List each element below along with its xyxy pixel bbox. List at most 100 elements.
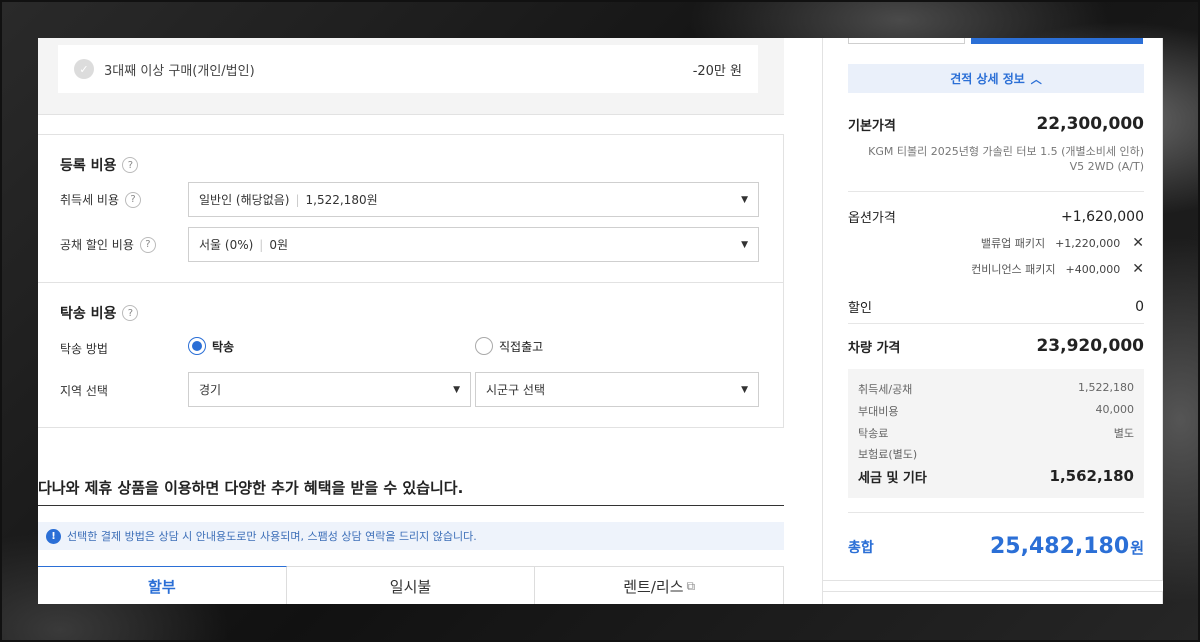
model-name: KGM 티볼리 2025년형 가솔린 터보 1.5 (개별소비세 인하) V5 … [848, 144, 1144, 174]
registration-cost-panel: 등록 비용 ? 취득세 비용 ? 일반인 (해당없음) | 1,522,180원… [38, 134, 784, 283]
estimate-card: 견적 상세 정보 ︿ 기본가격 22,300,000 KGM 티볼리 2025년… [823, 38, 1163, 581]
radio-delivery[interactable]: 탁송 [188, 337, 234, 355]
estimate-summary-column: 견적 상세 정보 ︿ 기본가격 22,300,000 KGM 티볼리 2025년… [822, 38, 1163, 604]
model-line-2: V5 2WD (A/T) [1069, 160, 1144, 173]
option-price: +400,000 [1065, 262, 1121, 276]
model-line-1: KGM 티볼리 2025년형 가솔린 터보 1.5 (개별소비세 인하) [868, 145, 1144, 158]
estimate-detail-label: 견적 상세 정보 [950, 72, 1025, 86]
region-label: 지역 선택 [60, 384, 108, 398]
district-select[interactable]: 시군구 선택 ▼ [475, 372, 759, 407]
estimate-page: ✓ 3대째 이상 구매(개인/법인) -20만 원 등록 비용 ? 취득세 비용… [38, 38, 1163, 604]
help-icon[interactable]: ? [122, 305, 139, 321]
region-value: 경기 [199, 383, 222, 397]
check-icon[interactable]: ✓ [74, 59, 94, 79]
caret-down-icon: ▼ [741, 194, 748, 205]
option-item: 밸류업 패키지 +1,220,000 ✕ [848, 235, 1144, 251]
base-price-row: 기본가격 22,300,000 [848, 114, 1144, 134]
divider [848, 191, 1144, 192]
tax-row: 탁송료 별도 [858, 425, 1134, 441]
caret-down-icon: ▼ [741, 384, 748, 395]
total-unit: 원 [1130, 539, 1144, 557]
car-price-value: 23,920,000 [1036, 336, 1144, 356]
base-price-value: 22,300,000 [1036, 114, 1144, 134]
external-link-icon: ⧉ [686, 578, 696, 593]
tab-rent-lease-label: 렌트/리스 [623, 577, 684, 596]
acq-tax-option: 일반인 (해당없음) [199, 193, 290, 207]
tab-rent-lease[interactable]: 렌트/리스 ⧉ [535, 566, 785, 604]
chevron-up-icon: ︿ [1030, 72, 1042, 86]
divider [38, 505, 784, 506]
tax-row-value: 40,000 [1095, 403, 1135, 416]
tax-row-label: 탁송료 [858, 427, 889, 440]
tax-row-label: 부대비용 [858, 405, 899, 418]
option-name: 컨비니언스 패키지 [971, 263, 1056, 276]
total-amount: 25,482,180 [990, 534, 1130, 559]
discount-row-label: 할인 [848, 301, 872, 316]
acq-tax-select[interactable]: 일반인 (해당없음) | 1,522,180원 ▼ [188, 182, 759, 217]
delivery-title: 탁송 비용 ? [60, 303, 139, 323]
bond-value: 0원 [269, 238, 289, 252]
delivery-title-text: 탁송 비용 [60, 306, 117, 322]
base-price-label: 기본가격 [848, 118, 896, 134]
divider [848, 512, 1144, 513]
estimate-detail-button[interactable]: 견적 상세 정보 ︿ [848, 64, 1144, 93]
radio-delivery-label: 탁송 [212, 339, 235, 354]
radio-unselected-icon [475, 337, 493, 355]
car-price-row: 차량 가격 23,920,000 [848, 336, 1144, 356]
discount-option-row[interactable]: ✓ 3대째 이상 구매(개인/법인) -20만 원 [58, 45, 758, 93]
bond-select[interactable]: 서울 (0%) | 0원 ▼ [188, 227, 759, 262]
total-label: 총합 [848, 539, 874, 556]
radio-pickup[interactable]: 직접출고 [475, 337, 543, 355]
separator: | [259, 237, 264, 252]
help-icon[interactable]: ? [125, 191, 142, 208]
cta-button[interactable] [971, 38, 1143, 44]
tax-row: 보험료(별도) [858, 446, 1134, 462]
bond-label: 공채 할인 비용 ? [60, 236, 156, 253]
payment-tabs: 할부 일시불 렌트/리스 ⧉ [38, 566, 785, 604]
payment-notice: ! 선택한 결제 방법은 상담 시 안내용도로만 사용되며, 스팸성 상담 연락… [38, 522, 784, 550]
discount-value: -20만 원 [692, 63, 742, 79]
district-placeholder: 시군구 선택 [486, 383, 546, 397]
discount-label: 3대째 이상 구매(개인/법인) [104, 63, 255, 79]
close-icon[interactable]: ✕ [1132, 235, 1144, 251]
tax-row-label: 취득세/공채 [858, 383, 913, 396]
acq-tax-label-text: 취득세 비용 [60, 193, 120, 207]
bond-label-text: 공채 할인 비용 [60, 238, 134, 252]
option-price-row: 옵션가격 +1,620,000 [848, 207, 1144, 227]
quantity-box[interactable] [848, 38, 965, 44]
divider [848, 323, 1144, 324]
acq-tax-value: 1,522,180원 [305, 193, 378, 207]
tax-row-value: 1,522,180 [1078, 381, 1134, 394]
acq-tax-label: 취득세 비용 ? [60, 191, 142, 208]
discount-section: ✓ 3대째 이상 구매(개인/법인) -20만 원 [38, 38, 784, 115]
option-item: 컨비니언스 패키지 +400,000 ✕ [848, 261, 1144, 277]
info-icon: ! [46, 528, 61, 544]
help-icon[interactable]: ? [139, 236, 156, 253]
tax-row-value: 별도 [1113, 427, 1134, 440]
total-row: 총합 25,482,180원 [848, 534, 1144, 559]
registration-title: 등록 비용 ? [60, 155, 139, 175]
option-price-value: +1,620,000 [1061, 208, 1144, 225]
next-card [823, 591, 1163, 604]
radio-pickup-label: 직접출고 [499, 339, 544, 354]
method-label: 탁송 방법 [60, 342, 108, 356]
discount-row-value: 0 [1135, 298, 1144, 315]
caret-down-icon: ▼ [453, 384, 460, 395]
tab-lump-sum[interactable]: 일시불 [286, 566, 536, 604]
caret-down-icon: ▼ [741, 239, 748, 250]
tax-total-value: 1,562,180 [1049, 467, 1134, 485]
help-icon[interactable]: ? [122, 157, 139, 173]
tax-row: 취득세/공채 1,522,180 [858, 381, 1134, 397]
discount-row: 할인 0 [848, 297, 1144, 317]
close-icon[interactable]: ✕ [1132, 261, 1144, 277]
radio-selected-icon [188, 337, 206, 355]
tax-total-row: 세금 및 기타 1,562,180 [858, 467, 1134, 486]
notice-text: 선택한 결제 방법은 상담 시 안내용도로만 사용되며, 스팸성 상담 연락을 … [67, 530, 477, 543]
region-select[interactable]: 경기 ▼ [188, 372, 471, 407]
tab-installment[interactable]: 할부 [38, 566, 287, 604]
delivery-cost-panel: 탁송 비용 ? 탁송 방법 탁송 직접출고 지역 선택 경기 ▼ 시군구 선택 … [38, 282, 784, 428]
tax-total-label: 세금 및 기타 [858, 471, 927, 486]
cost-options-column: ✓ 3대째 이상 구매(개인/법인) -20만 원 등록 비용 ? 취득세 비용… [38, 38, 785, 604]
total-value: 25,482,180원 [990, 534, 1144, 559]
tax-row: 부대비용 40,000 [858, 403, 1134, 419]
